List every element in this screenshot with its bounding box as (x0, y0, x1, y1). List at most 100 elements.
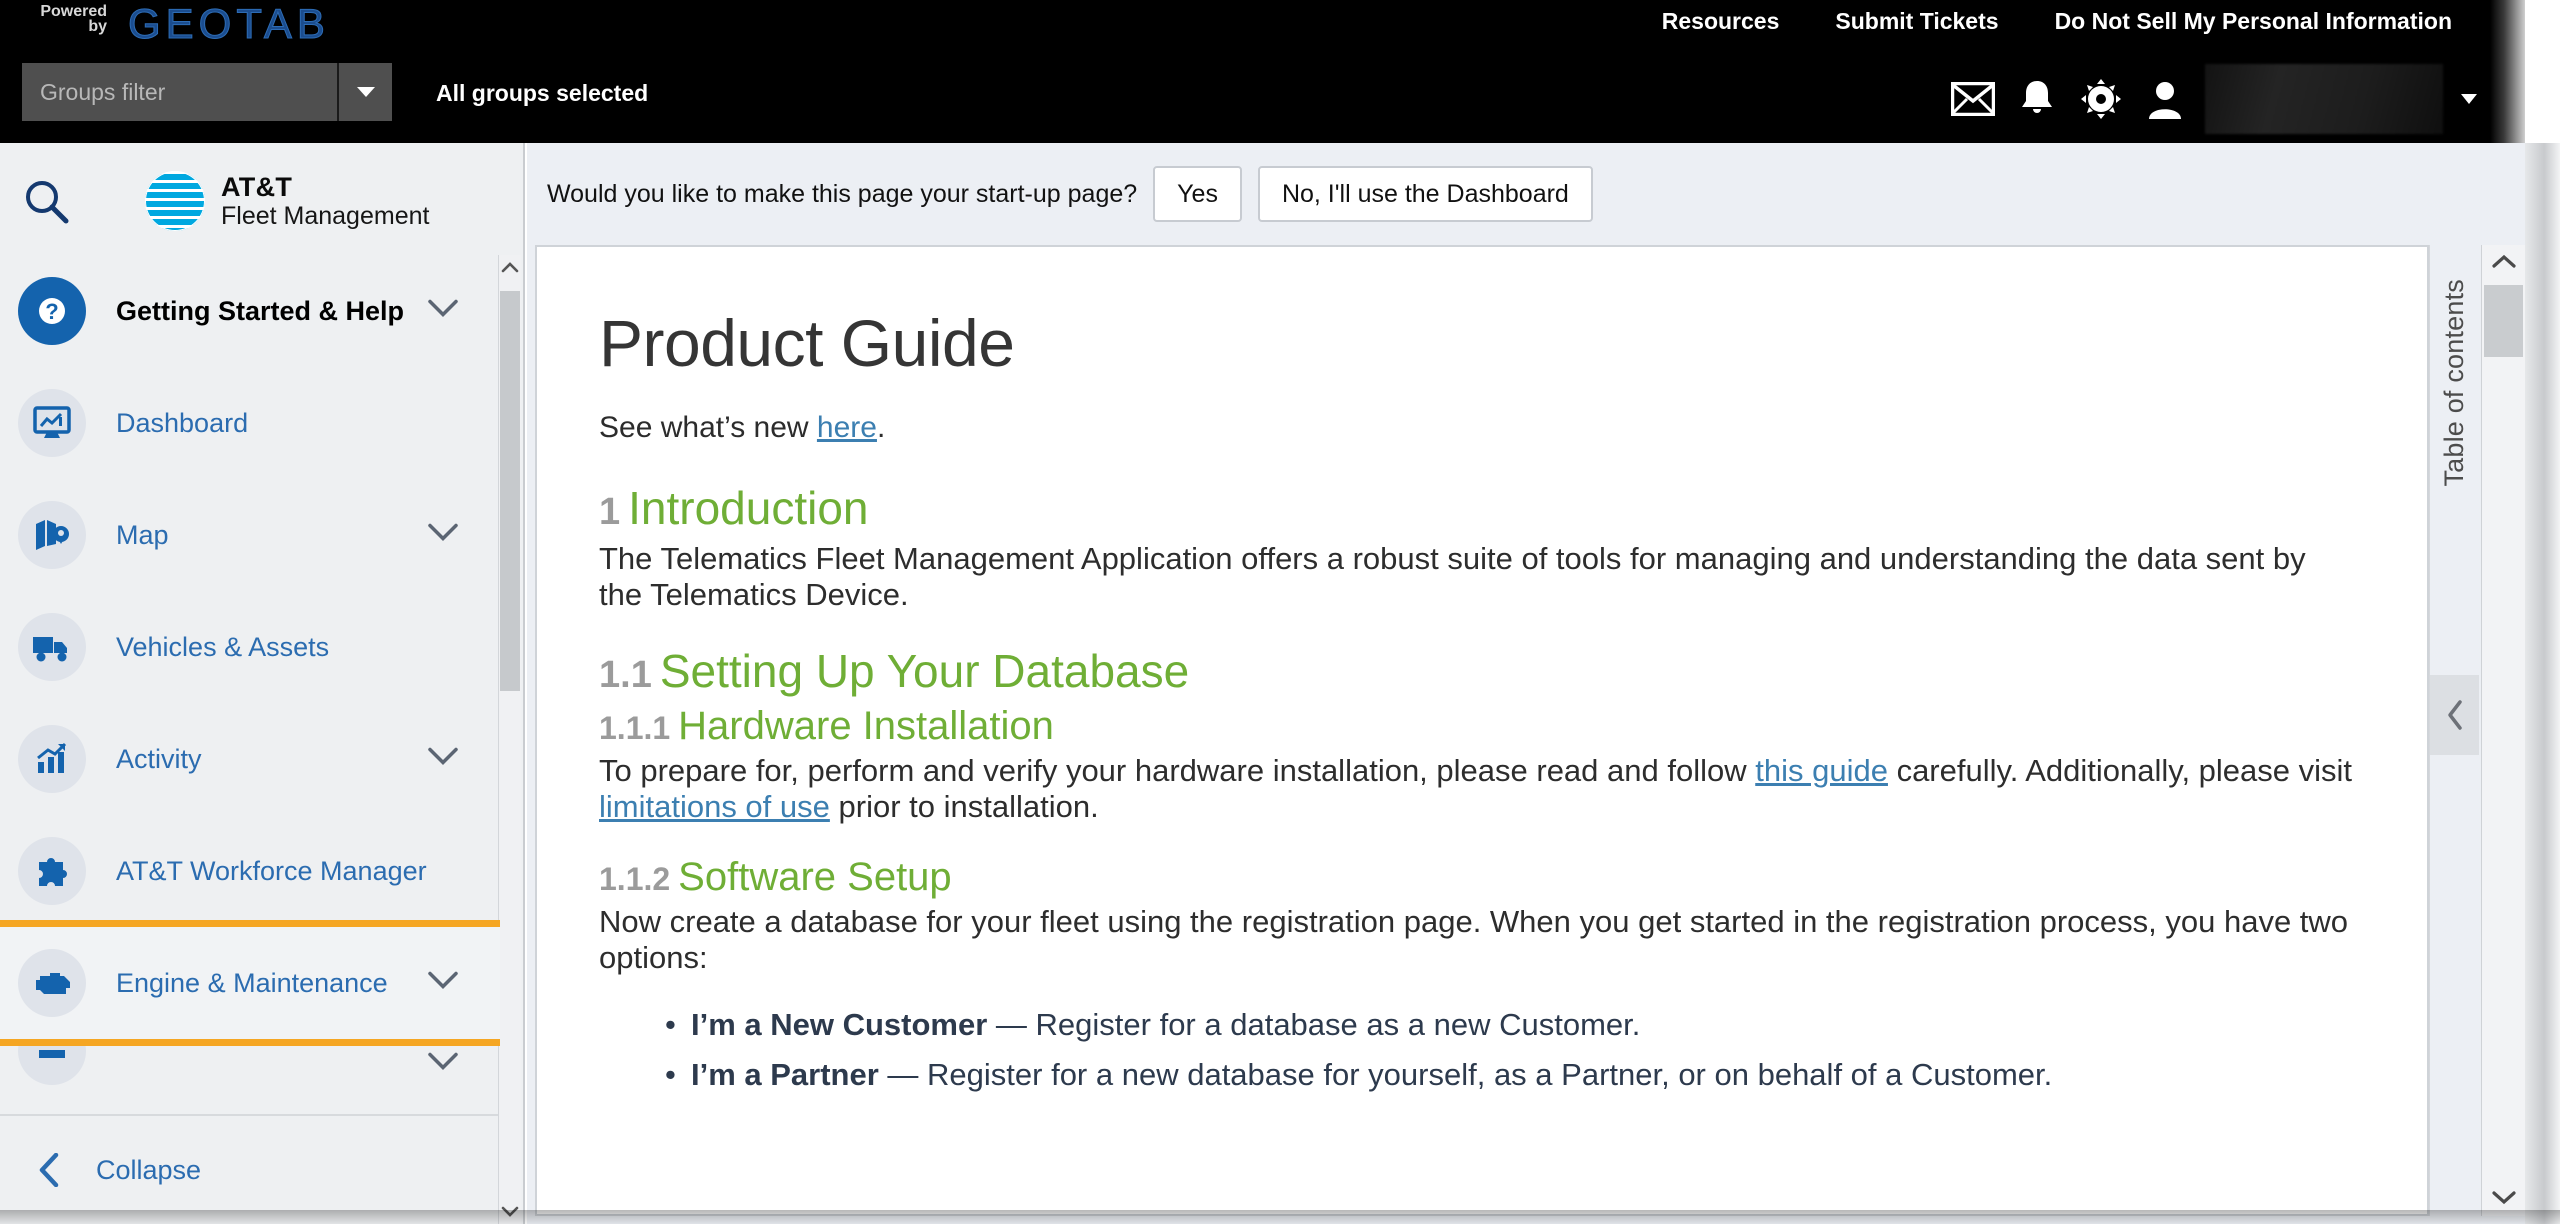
sidebar-scrollbar[interactable] (498, 255, 521, 1224)
user-icon[interactable] (2133, 71, 2197, 127)
chevron-down-icon (356, 87, 375, 97)
sidebar-header: AT&T Fleet Management (0, 143, 523, 255)
chevron-down-icon[interactable] (428, 747, 458, 771)
topbar-edge-shadow (2490, 0, 2525, 143)
puzzle-piece-icon (18, 837, 86, 905)
section-number: 1.1.1 (599, 709, 671, 746)
section-heading-1-1: 1.1 Setting Up Your Database (599, 644, 2357, 698)
bell-icon[interactable] (2005, 71, 2069, 127)
gear-icon[interactable] (2069, 71, 2133, 127)
geotab-logo: GEOTAB (128, 0, 330, 48)
top-link-resources[interactable]: Resources (1634, 8, 1808, 35)
startup-prompt-question: Would you like to make this page your st… (547, 179, 1138, 208)
sidebar-item-dashboard[interactable]: Dashboard (0, 367, 500, 479)
body-part-2: carefully. Additionally, please visit (1887, 752, 2353, 788)
sidebar-item-label: Map (116, 519, 169, 550)
product-guide-document: Product Guide See what’s new here. 1 Intr… (535, 245, 2429, 1216)
sidebar-item-engine-maintenance[interactable]: Engine & Maintenance (0, 920, 500, 1046)
mail-icon[interactable] (1941, 71, 2005, 127)
see-whats-new-prefix: See what’s new (599, 411, 817, 444)
whats-new-link[interactable]: here (817, 411, 877, 444)
body-part-3: prior to installation. (829, 788, 1099, 824)
see-whats-new-line: See what’s new here. (599, 411, 2357, 445)
sidebar-item-att-workforce-manager[interactable]: AT&T Workforce Manager (0, 815, 500, 927)
page-scrollbar[interactable] (2481, 245, 2525, 1216)
truck-icon (18, 613, 86, 681)
limitations-of-use-link[interactable]: limitations of use (599, 789, 830, 824)
section-title: Hardware Installation (678, 703, 1054, 748)
sidebar-item-label: Activity (116, 743, 202, 774)
user-name-field[interactable] (2205, 64, 2443, 134)
engine-icon (18, 949, 86, 1017)
page-title: Product Guide (599, 306, 1015, 380)
sidebar-item-activity[interactable]: Activity (0, 703, 500, 815)
sidebar-item-map[interactable]: Map (0, 479, 500, 591)
section-heading-1: 1 Introduction (599, 481, 2357, 535)
scroll-up-icon[interactable] (499, 261, 521, 273)
section-number: 1 (599, 491, 621, 533)
chevron-down-icon[interactable] (428, 1052, 458, 1076)
scroll-down-icon[interactable] (2482, 1190, 2525, 1206)
partial-icon (18, 1039, 86, 1085)
option-bold-label: I’m a Partner (691, 1056, 879, 1092)
section-1-body: The Telematics Fleet Management Applicat… (599, 541, 2306, 613)
main-content-area: Would you like to make this page your st… (527, 143, 2525, 1224)
sidebar-item-partial[interactable] (0, 1039, 500, 1089)
see-whats-new-suffix: . (876, 411, 886, 444)
att-brand-line2: Fleet Management (221, 202, 430, 231)
user-menu-chevron-down-icon[interactable] (2461, 94, 2477, 104)
groups-filter-input[interactable] (22, 63, 337, 121)
powered-by-line2: by (88, 18, 107, 35)
powered-by-label: Powered by (33, 4, 107, 35)
chevron-down-icon[interactable] (428, 523, 458, 547)
product-guide-content: Product Guide See what’s new here. 1 Intr… (537, 247, 2427, 1214)
section-heading-1-1-1: 1.1.1 Hardware Installation (599, 704, 2357, 749)
table-of-contents-rail[interactable]: Table of contents (2429, 245, 2479, 1216)
section-number: 1.1.2 (599, 861, 671, 898)
sidebar-item-label: Dashboard (116, 407, 249, 438)
sidebar-collapse-label: Collapse (96, 1154, 202, 1185)
groups-filter[interactable] (22, 63, 392, 121)
toc-collapse-button[interactable] (2430, 675, 2479, 755)
option-description: — Register for a new database for yourse… (878, 1056, 2053, 1092)
all-groups-selected-label: All groups selected (436, 80, 649, 106)
section-title: Software Setup (678, 855, 952, 900)
chevron-left-icon (38, 1153, 60, 1187)
this-guide-link[interactable]: this guide (1755, 753, 1888, 788)
list-item: I’m a New Customer — Register for a data… (665, 1006, 2357, 1044)
page-scrollbar-thumb[interactable] (2484, 285, 2523, 357)
sidebar-collapse-button[interactable]: Collapse (0, 1116, 500, 1224)
section-title: Introduction (628, 482, 869, 534)
chevron-down-icon[interactable] (428, 299, 458, 323)
sidebar-scrollbar-thumb[interactable] (500, 291, 520, 691)
groups-filter-dropdown-button[interactable] (337, 63, 392, 121)
map-pin-icon (18, 501, 86, 569)
startup-yes-button[interactable]: Yes (1153, 166, 1242, 222)
top-nav-links: Resources Submit Tickets Do Not Sell My … (1634, 8, 2480, 35)
top-link-submit-tickets[interactable]: Submit Tickets (1807, 8, 2026, 35)
top-link-do-not-sell[interactable]: Do Not Sell My Personal Information (2027, 8, 2480, 35)
startup-no-button[interactable]: No, I'll use the Dashboard (1257, 166, 1593, 222)
table-of-contents-label: Table of contents (2439, 279, 2469, 487)
scroll-down-icon[interactable] (499, 1206, 521, 1218)
section-heading-1-1-2: 1.1.2 Software Setup (599, 855, 2357, 900)
top-icon-group (1941, 64, 2477, 134)
section-1-1-2-body: Now create a database for your fleet usi… (599, 904, 2349, 976)
sidebar-item-label: AT&T Workforce Manager (116, 855, 427, 886)
startup-page-prompt: Would you like to make this page your st… (527, 143, 2525, 245)
option-bold-label: I’m a New Customer (691, 1006, 988, 1042)
att-brand-line1: AT&T (221, 171, 293, 202)
chevron-down-icon[interactable] (428, 971, 458, 995)
sidebar-item-vehicles-assets[interactable]: Vehicles & Assets (0, 591, 500, 703)
bar-chart-icon (18, 725, 86, 793)
top-header-bar: Powered by GEOTAB All groups selected Re… (0, 0, 2525, 143)
sidebar-item-getting-started-help[interactable]: ? Getting Started & Help (0, 255, 500, 367)
search-icon[interactable] (18, 173, 74, 229)
section-number: 1.1 (599, 653, 652, 696)
registration-options-list: I’m a New Customer — Register for a data… (665, 1006, 2357, 1094)
sidebar-item-label: Engine & Maintenance (116, 967, 388, 998)
chevron-left-icon (2447, 700, 2462, 730)
window-right-edge (2525, 143, 2560, 1224)
att-fleet-management-logo: AT&T Fleet Management (145, 171, 429, 231)
scroll-up-icon[interactable] (2482, 253, 2525, 269)
